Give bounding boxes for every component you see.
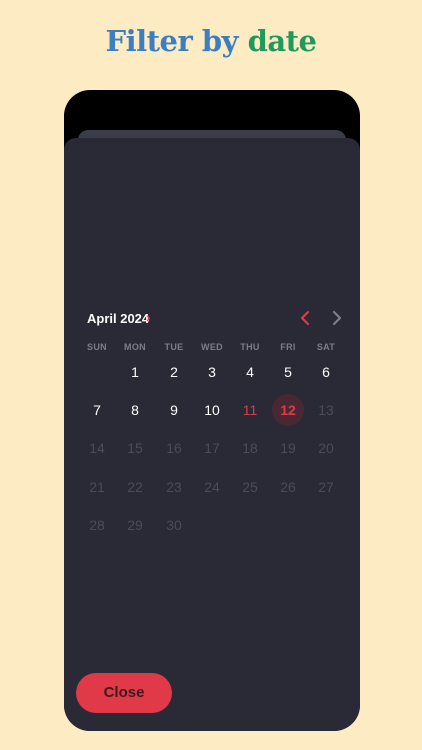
day-cell-19: 19 [280,440,296,456]
weekday-sun: SUN [87,342,107,352]
day-cell-24: 24 [204,479,220,495]
day-cell-7[interactable]: 7 [81,394,113,426]
headline: Filter by date [0,24,422,58]
close-button[interactable]: Close [76,673,172,713]
month-year-label[interactable]: April 2024 [87,311,149,326]
day-cell-8[interactable]: 8 [119,394,151,426]
weekday-fri: FRI [280,342,296,352]
day-cell-9[interactable]: 9 [158,394,190,426]
day-cell-2[interactable]: 2 [158,356,190,388]
day-cell-28: 28 [89,517,105,533]
weekday-thu: THU [240,342,260,352]
weekday-wed: WED [201,342,223,352]
day-cell-23: 23 [166,479,182,495]
day-cell-18: 18 [242,440,258,456]
day-cell-11[interactable]: 11 [234,394,266,426]
day-cell-10[interactable]: 10 [196,394,228,426]
weekday-tue: TUE [164,342,184,352]
day-cell-1[interactable]: 1 [119,356,151,388]
day-cell-5[interactable]: 5 [272,356,304,388]
day-cell-30: 30 [166,517,182,533]
weekday-sat: SAT [316,342,336,352]
day-cell-13: 13 [318,402,334,418]
chevron-right-icon[interactable] [329,309,345,327]
day-cell-4[interactable]: 4 [234,356,266,388]
weekday-mon: MON [124,342,146,352]
day-cell-29: 29 [127,517,143,533]
day-cell-12[interactable]: 12 [272,394,304,426]
day-cell-15: 15 [127,440,143,456]
day-cell-22: 22 [127,479,143,495]
day-cell-3[interactable]: 3 [196,356,228,388]
day-cell-16: 16 [166,440,182,456]
month-expand-chevron-icon[interactable]: › [146,309,151,325]
day-cell-20: 20 [318,440,334,456]
chevron-left-icon[interactable] [297,309,313,327]
day-cell-27: 27 [318,479,334,495]
day-cell-6[interactable]: 6 [310,356,342,388]
day-cell-21: 21 [89,479,105,495]
day-cell-26: 26 [280,479,296,495]
day-cell-17: 17 [204,440,220,456]
day-cell-25: 25 [242,479,258,495]
headline-part2: date [247,24,317,58]
day-cell-14: 14 [89,440,105,456]
headline-part1: Filter by [105,24,238,58]
